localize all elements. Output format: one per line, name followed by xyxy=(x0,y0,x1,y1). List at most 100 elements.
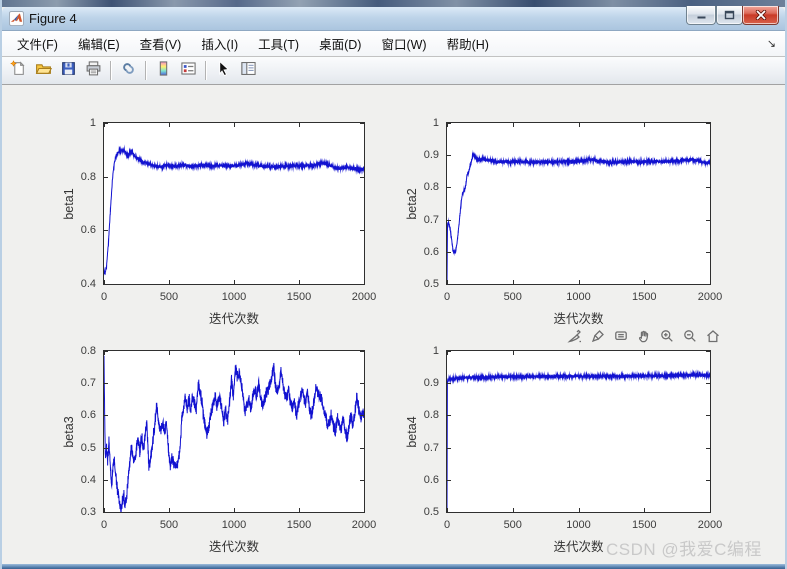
restore-view-button[interactable] xyxy=(703,329,722,348)
window-title: Figure 4 xyxy=(29,11,77,26)
link-plot-icon xyxy=(120,60,137,82)
plot-area-beta4 xyxy=(446,350,711,513)
y-tick-label: 1 xyxy=(432,117,439,129)
zoom-out-button[interactable] xyxy=(680,329,699,348)
y-tick-label: 0.6 xyxy=(80,224,96,237)
y-tick-label: 0.6 xyxy=(423,245,439,258)
open-file-icon xyxy=(35,60,52,82)
y-tick-label: 0.5 xyxy=(423,278,439,290)
titlebar[interactable]: Figure 4 xyxy=(2,6,785,31)
y-axis-label: beta1 xyxy=(62,187,76,220)
plot-area-beta1 xyxy=(103,122,365,285)
x-tick-label: 500 xyxy=(503,291,522,303)
menu-item-2[interactable]: 编辑(E) xyxy=(68,30,130,57)
menu-item-7[interactable]: 窗口(W) xyxy=(371,30,436,57)
x-tick-label: 500 xyxy=(503,519,522,531)
x-tick-label: 1000 xyxy=(566,519,591,531)
y-tick-label: 0.8 xyxy=(80,170,96,183)
y-axis-label: beta4 xyxy=(405,415,419,448)
x-tick-label: 1000 xyxy=(221,291,247,303)
figure-canvas-area: 0.4 0.6 0.8 1 0 500 1000 1500 2000 beta1 迭代次数 0.5 0… xyxy=(2,85,785,564)
x-axis-label: 迭代次数 xyxy=(208,312,259,326)
subplot-bottom-right: 0.5 0.6 0.7 0.8 0.9 1 0 500 1000 1500 2000 beta4 迭代次… xyxy=(405,345,722,554)
restore-button[interactable] xyxy=(716,6,743,25)
subplot-bottom-left: 0.3 0.4 0.5 0.6 0.7 0.8 0 500 1000 1500 2000 beta3 迭… xyxy=(62,345,376,554)
y-axis-label: beta3 xyxy=(62,415,76,448)
menu-item-4[interactable]: 插入(I) xyxy=(191,30,248,57)
dock-figure-arrow-icon[interactable]: ↘ xyxy=(767,37,776,50)
close-button[interactable] xyxy=(742,6,779,25)
zoom-in-button[interactable] xyxy=(657,329,676,348)
datatips-button[interactable] xyxy=(611,329,630,348)
y-tick-label: 0.8 xyxy=(80,345,96,357)
x-tick-label: 2000 xyxy=(351,519,377,531)
figure-toolbar xyxy=(2,57,785,85)
insert-colorbar-icon xyxy=(155,60,172,82)
print-figure-icon xyxy=(85,60,102,82)
new-figure-button[interactable] xyxy=(6,59,30,83)
desktop-background-sliver xyxy=(2,0,785,7)
x-tick-label: 1500 xyxy=(632,291,657,303)
save-figure-button[interactable] xyxy=(56,59,80,83)
plot-area-beta3 xyxy=(103,350,365,513)
y-tick-label: 0.6 xyxy=(423,473,439,486)
export-icon xyxy=(566,328,583,349)
x-tick-label: 2000 xyxy=(697,291,723,303)
pan-icon xyxy=(636,328,652,349)
insert-legend-button[interactable] xyxy=(176,59,200,83)
x-tick-label: 2000 xyxy=(697,519,723,531)
print-figure-button[interactable] xyxy=(81,59,105,83)
menubar: 文件(F) 编辑(E) 查看(V) 插入(I) 工具(T) 桌面(D) 窗口(W) 帮助(H)… xyxy=(2,31,785,57)
minimize-button[interactable] xyxy=(686,6,716,25)
property-editor-button[interactable] xyxy=(236,59,260,83)
edit-plot-button[interactable] xyxy=(211,59,235,83)
restore-view-icon xyxy=(705,328,721,349)
menu-item-8[interactable]: 帮助(H) xyxy=(437,30,499,57)
y-tick-label: 1 xyxy=(89,117,96,129)
x-axis-label: 迭代次数 xyxy=(208,540,259,554)
datatips-icon xyxy=(613,328,629,349)
matlab-logo-icon xyxy=(9,11,24,26)
x-tick-label: 1000 xyxy=(221,519,247,531)
brush-button[interactable] xyxy=(588,329,607,348)
y-tick-label: 0.7 xyxy=(80,377,96,390)
new-figure-icon xyxy=(9,59,27,82)
y-axis-label: beta2 xyxy=(405,187,419,220)
plot-area-beta2 xyxy=(446,122,711,285)
x-tick-label: 500 xyxy=(159,519,179,531)
y-tick-label: 0.9 xyxy=(423,377,439,390)
y-tick-label: 0.4 xyxy=(80,278,96,290)
csdn-watermark: CSDN @我爱C编程 xyxy=(606,540,762,559)
link-plot-button[interactable] xyxy=(116,59,140,83)
export-button[interactable] xyxy=(565,329,584,348)
y-tick-label: 0.5 xyxy=(423,506,439,518)
x-tick-label: 0 xyxy=(100,291,108,303)
y-tick-label: 0.4 xyxy=(80,473,96,486)
window-bottom-border xyxy=(2,564,785,569)
toolbar-separator xyxy=(145,61,146,80)
zoom-in-icon xyxy=(659,328,675,349)
menu-item-1[interactable]: 文件(F) xyxy=(7,30,68,57)
subplot-top-right: 0.5 0.6 0.7 0.8 0.9 1 0 500 1000 1500 2000 beta2 迭代次… xyxy=(405,117,722,326)
y-tick-label: 1 xyxy=(432,345,439,357)
menu-item-5[interactable]: 工具(T) xyxy=(248,30,309,57)
subplot-top-left: 0.4 0.6 0.8 1 0 500 1000 1500 2000 beta1 迭代次数 xyxy=(62,117,376,326)
menu-item-3[interactable]: 查看(V) xyxy=(130,30,192,57)
x-tick-label: 2000 xyxy=(351,291,377,303)
open-file-button[interactable] xyxy=(31,59,55,83)
menu-item-6[interactable]: 桌面(D) xyxy=(309,30,371,57)
x-tick-label: 1500 xyxy=(286,519,312,531)
pan-button[interactable] xyxy=(634,329,653,348)
x-tick-label: 1500 xyxy=(286,291,312,303)
x-tick-label: 0 xyxy=(443,291,451,303)
toolbar-separator xyxy=(110,61,111,80)
x-axis-label: 迭代次数 xyxy=(553,312,604,326)
insert-colorbar-button[interactable] xyxy=(151,59,175,83)
axes-hover-toolbar xyxy=(565,328,722,349)
toolbar-separator xyxy=(205,61,206,80)
insert-legend-icon xyxy=(180,60,197,82)
x-tick-label: 0 xyxy=(443,519,451,531)
edit-plot-icon xyxy=(215,60,232,82)
y-tick-label: 0.3 xyxy=(80,506,96,518)
x-tick-label: 1500 xyxy=(632,519,657,531)
